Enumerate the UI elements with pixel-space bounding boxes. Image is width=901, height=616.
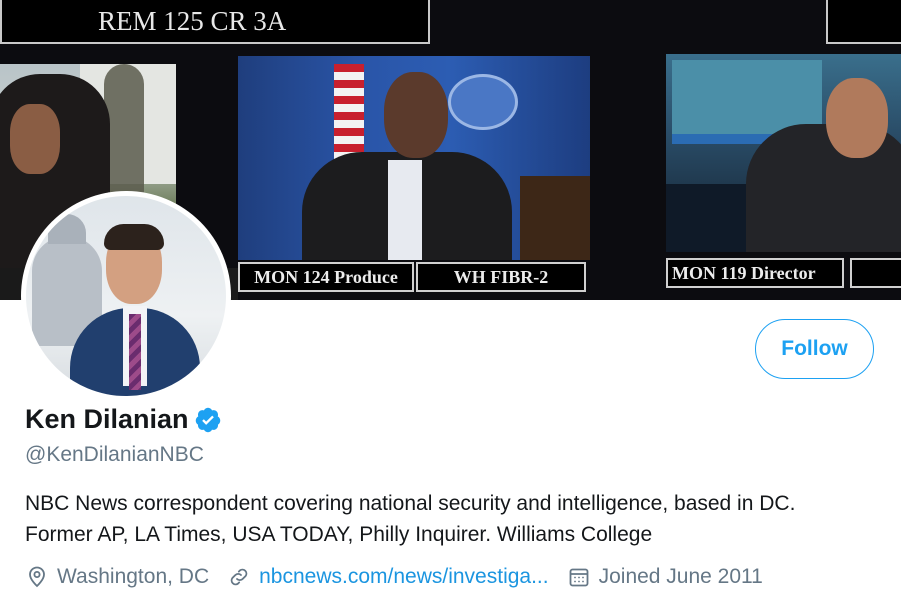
joined-item: Joined June 2011	[567, 565, 763, 589]
avatar-photo	[26, 196, 226, 396]
monitor-tile-right	[666, 54, 901, 252]
monitor-label-3: MON 119 Director	[666, 258, 844, 288]
name-row: Ken Dilanian	[25, 404, 222, 435]
monitor-label-1: MON 124 Produce	[238, 262, 414, 292]
profile-meta: Washington, DC nbcnews.com/news/investig…	[25, 565, 781, 589]
follow-button[interactable]: Follow	[755, 319, 874, 379]
monitor-tile-center	[238, 56, 590, 260]
website-item[interactable]: nbcnews.com/news/investiga...	[227, 565, 549, 589]
location-pin-icon	[29, 566, 45, 588]
location-text: Washington, DC	[57, 565, 210, 588]
bio-line: NBC News correspondent covering national…	[25, 492, 796, 515]
profile-avatar[interactable]	[21, 191, 231, 401]
calendar-icon	[569, 568, 588, 587]
location-item: Washington, DC	[25, 565, 209, 589]
monitor-label-4	[850, 258, 901, 288]
handle: @KenDilanianNBC	[25, 443, 204, 466]
link-icon	[230, 568, 248, 586]
website-link[interactable]: nbcnews.com/news/investiga...	[259, 565, 548, 589]
joined-date: Joined June 2011	[598, 565, 763, 588]
banner-top-label-edge	[826, 0, 901, 44]
banner-top-label: REM 125 CR 3A	[0, 0, 430, 44]
profile-bio: NBC News correspondent covering national…	[25, 488, 885, 550]
bio-line: Former AP, LA Times, USA TODAY, Philly I…	[25, 523, 653, 546]
monitor-label-2: WH FIBR-2	[416, 262, 586, 292]
verified-badge-icon	[194, 406, 222, 434]
display-name: Ken Dilanian	[25, 404, 189, 434]
